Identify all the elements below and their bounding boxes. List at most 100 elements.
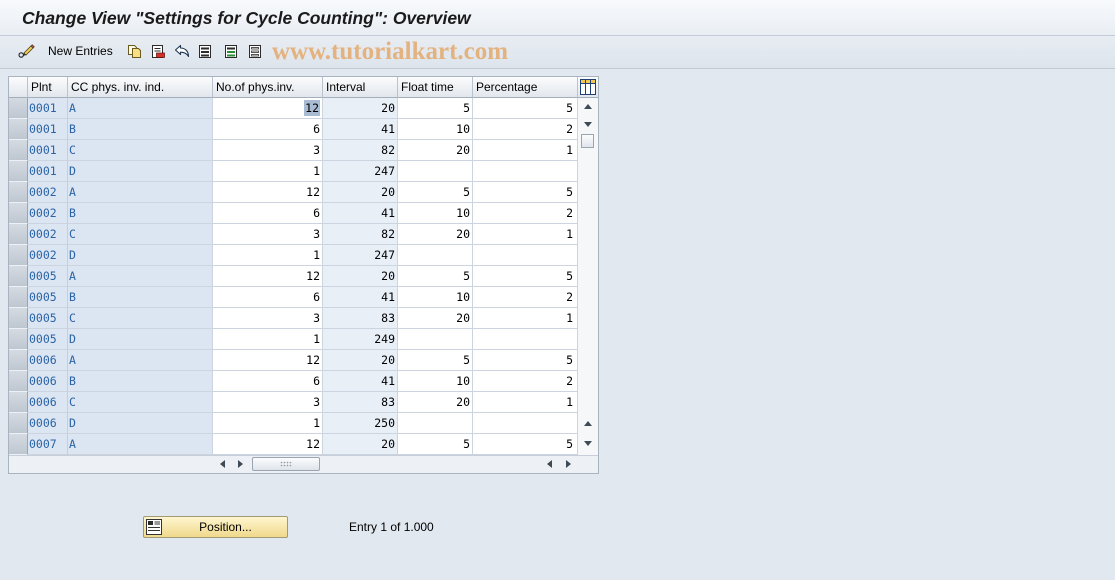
column-header-float-time[interactable]: Float time — [398, 77, 473, 98]
cell-plant[interactable]: 0002 — [28, 182, 68, 203]
cell-interval[interactable]: 250 — [323, 413, 398, 434]
cell-plant[interactable]: 0002 — [28, 224, 68, 245]
column-header-phys-inv-count[interactable]: No.of phys.inv. — [213, 77, 323, 98]
row-selector[interactable] — [9, 98, 28, 119]
row-selector[interactable] — [9, 140, 28, 161]
cell-interval[interactable]: 20 — [323, 182, 398, 203]
cell-cc-indicator[interactable]: B — [68, 287, 213, 308]
cell-float-time[interactable]: 20 — [398, 224, 473, 245]
cell-interval[interactable]: 41 — [323, 203, 398, 224]
cell-interval[interactable]: 82 — [323, 140, 398, 161]
row-selector[interactable] — [9, 371, 28, 392]
row-selector[interactable] — [9, 266, 28, 287]
cell-cc-indicator[interactable]: A — [68, 350, 213, 371]
arrow-up-icon[interactable] — [584, 104, 592, 109]
cell-percentage[interactable]: 2 — [473, 371, 578, 392]
column-header-percentage[interactable]: Percentage — [473, 77, 578, 98]
cell-float-time[interactable]: 10 — [398, 203, 473, 224]
cell-plant[interactable]: 0005 — [28, 308, 68, 329]
select-all-button[interactable] — [198, 43, 213, 59]
cell-phys-inv-count[interactable]: 6 — [213, 287, 323, 308]
cell-float-time[interactable]: 20 — [398, 308, 473, 329]
cell-percentage[interactable]: 5 — [473, 98, 578, 119]
cell-float-time[interactable]: 5 — [398, 98, 473, 119]
cell-cc-indicator[interactable]: A — [68, 182, 213, 203]
cell-plant[interactable]: 0001 — [28, 161, 68, 182]
select-all-rows-corner[interactable] — [9, 77, 28, 98]
cell-phys-inv-count[interactable]: 12 — [213, 98, 323, 119]
vertical-scroll-thumb[interactable] — [581, 134, 594, 148]
vertical-scrollbar[interactable] — [578, 98, 598, 455]
arrow-right-icon[interactable] — [566, 460, 571, 468]
column-header-interval[interactable]: Interval — [323, 77, 398, 98]
cell-cc-indicator[interactable]: C — [68, 140, 213, 161]
row-selector[interactable] — [9, 392, 28, 413]
cell-cc-indicator[interactable]: A — [68, 98, 213, 119]
cell-percentage[interactable] — [473, 329, 578, 350]
cell-percentage[interactable]: 2 — [473, 203, 578, 224]
cell-cc-indicator[interactable]: B — [68, 203, 213, 224]
horizontal-scroll-thumb[interactable] — [252, 457, 320, 471]
cell-percentage[interactable] — [473, 413, 578, 434]
position-button[interactable]: Position... — [143, 516, 288, 538]
cell-cc-indicator[interactable]: C — [68, 308, 213, 329]
cell-plant[interactable]: 0002 — [28, 203, 68, 224]
cell-interval[interactable]: 83 — [323, 308, 398, 329]
cell-interval[interactable]: 20 — [323, 266, 398, 287]
cell-interval[interactable]: 41 — [323, 287, 398, 308]
cell-phys-inv-count[interactable]: 12 — [213, 182, 323, 203]
cell-float-time[interactable]: 5 — [398, 266, 473, 287]
cell-phys-inv-count[interactable]: 6 — [213, 119, 323, 140]
cell-phys-inv-count[interactable]: 6 — [213, 371, 323, 392]
row-selector[interactable] — [9, 161, 28, 182]
cell-phys-inv-count[interactable]: 1 — [213, 245, 323, 266]
cell-percentage[interactable]: 5 — [473, 182, 578, 203]
cell-percentage[interactable] — [473, 161, 578, 182]
cell-interval[interactable]: 20 — [323, 98, 398, 119]
new-entries-button[interactable]: New Entries — [48, 44, 113, 59]
cell-percentage[interactable]: 1 — [473, 392, 578, 413]
cell-phys-inv-count[interactable]: 12 — [213, 266, 323, 287]
cell-plant[interactable]: 0005 — [28, 287, 68, 308]
arrow-up-icon[interactable] — [584, 421, 592, 426]
row-selector[interactable] — [9, 182, 28, 203]
column-header-plant[interactable]: Plnt — [28, 77, 68, 98]
cell-interval[interactable]: 41 — [323, 371, 398, 392]
row-selector[interactable] — [9, 308, 28, 329]
cell-interval[interactable]: 82 — [323, 224, 398, 245]
arrow-left-icon[interactable] — [220, 460, 225, 468]
cell-percentage[interactable]: 2 — [473, 287, 578, 308]
cell-float-time[interactable] — [398, 329, 473, 350]
cell-phys-inv-count[interactable]: 1 — [213, 161, 323, 182]
row-selector[interactable] — [9, 287, 28, 308]
cell-float-time[interactable]: 5 — [398, 350, 473, 371]
cell-interval[interactable]: 249 — [323, 329, 398, 350]
cell-phys-inv-count[interactable]: 3 — [213, 224, 323, 245]
row-selector[interactable] — [9, 119, 28, 140]
cell-percentage[interactable]: 1 — [473, 140, 578, 161]
undo-change-button[interactable] — [174, 43, 190, 59]
row-selector[interactable] — [9, 245, 28, 266]
cell-float-time[interactable] — [398, 413, 473, 434]
cell-plant[interactable]: 0006 — [28, 350, 68, 371]
cell-cc-indicator[interactable]: A — [68, 266, 213, 287]
cell-float-time[interactable]: 5 — [398, 434, 473, 455]
cell-float-time[interactable]: 20 — [398, 140, 473, 161]
row-selector[interactable] — [9, 350, 28, 371]
cell-phys-inv-count[interactable]: 3 — [213, 140, 323, 161]
arrow-down-icon[interactable] — [584, 122, 592, 127]
cell-phys-inv-count[interactable]: 12 — [213, 350, 323, 371]
row-selector[interactable] — [9, 203, 28, 224]
select-block-button[interactable] — [224, 43, 239, 59]
copy-as-button[interactable] — [127, 43, 142, 59]
cell-plant[interactable]: 0007 — [28, 434, 68, 455]
cell-phys-inv-count[interactable]: 3 — [213, 308, 323, 329]
cell-float-time[interactable]: 5 — [398, 182, 473, 203]
cell-percentage[interactable] — [473, 245, 578, 266]
cell-float-time[interactable]: 10 — [398, 119, 473, 140]
cell-float-time[interactable]: 10 — [398, 287, 473, 308]
cell-cc-indicator[interactable]: A — [68, 434, 213, 455]
row-selector[interactable] — [9, 329, 28, 350]
cell-interval[interactable]: 247 — [323, 161, 398, 182]
delete-button[interactable] — [151, 43, 166, 59]
